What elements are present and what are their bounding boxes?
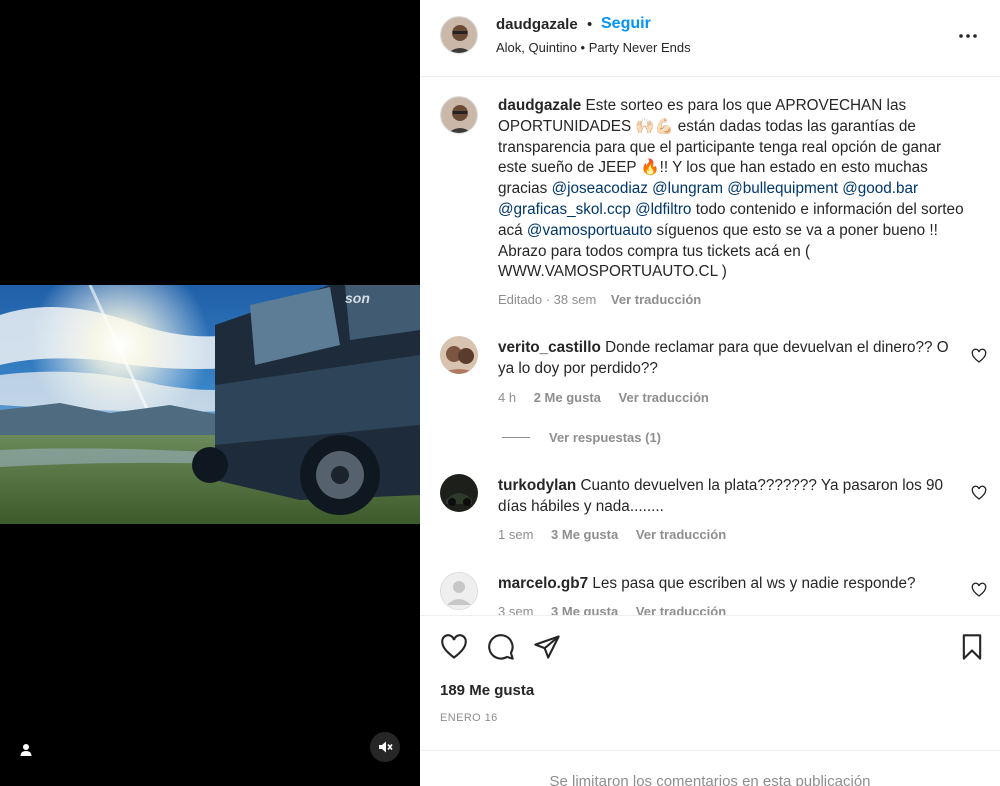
- svg-text:son: son: [345, 290, 370, 306]
- comment-text-block: marcelo.gb7 Les pasa que escriben al ws …: [498, 574, 968, 595]
- comment-likes[interactable]: 3 Me gusta: [551, 527, 618, 542]
- caption-text: Este sorteo es para los que APROVECHAN l…: [498, 97, 964, 280]
- jeep-photo: son: [0, 285, 420, 524]
- caption-mention-link[interactable]: @vamosportuauto: [527, 222, 652, 239]
- comment-text: Les pasa que escriben al ws y nadie resp…: [588, 575, 916, 592]
- post-video[interactable]: son: [0, 285, 420, 524]
- comment-time: 4 h: [498, 390, 517, 405]
- caption-mention-link[interactable]: @good.bar: [842, 180, 918, 197]
- comment-username[interactable]: marcelo.gb7: [498, 575, 588, 592]
- caption-mention-link[interactable]: @lungram: [652, 180, 723, 197]
- follow-button[interactable]: Seguir: [601, 15, 651, 33]
- comment-text-block: turkodylan Cuanto devuelven la plata????…: [498, 476, 968, 518]
- comment-meta: 4 h 2 Me gusta Ver traducción: [498, 390, 709, 405]
- caption-meta: Editado · 38 sem Ver traducción: [498, 292, 701, 307]
- caption-avatar[interactable]: [440, 96, 478, 134]
- caption-mention-link[interactable]: @bullequipment: [727, 180, 838, 197]
- comment-likes[interactable]: 3 Me gusta: [551, 604, 618, 615]
- author-avatar[interactable]: [440, 16, 478, 54]
- comment-likes[interactable]: 2 Me gusta: [534, 390, 601, 405]
- comment-time: 3 sem: [498, 604, 534, 615]
- view-replies-button[interactable]: Ver respuestas (1): [502, 430, 661, 445]
- comment-username[interactable]: turkodylan: [498, 477, 576, 494]
- comment-translate-link[interactable]: Ver traducción: [619, 390, 709, 405]
- post-caption: daudgazale Este sorteo es para los que A…: [498, 96, 968, 283]
- comment-translate-link[interactable]: Ver traducción: [636, 604, 726, 615]
- separator-dot: •: [587, 16, 593, 33]
- caption-translate-link[interactable]: Ver traducción: [611, 292, 701, 307]
- comments-limited-notice: Se limitaron los comentarios en esta pub…: [420, 750, 1000, 786]
- post-header: daudgazale • Seguir Alok, Quintino • Par…: [420, 0, 1000, 77]
- caption-username[interactable]: daudgazale: [498, 97, 581, 114]
- comment-text-block: verito_castillo Donde reclamar para que …: [498, 338, 968, 380]
- caption-mention-link[interactable]: @ldfiltro: [635, 201, 691, 218]
- comment-like-heart-icon[interactable]: [971, 582, 987, 598]
- share-icon[interactable]: [533, 633, 561, 661]
- commenter-avatar[interactable]: [440, 474, 478, 512]
- post-details-panel: daudgazale • Seguir Alok, Quintino • Par…: [420, 0, 1000, 786]
- comment-meta: 3 sem 3 Me gusta Ver traducción: [498, 604, 726, 615]
- more-options-icon[interactable]: [956, 24, 980, 48]
- view-replies-label: Ver respuestas (1): [549, 430, 662, 445]
- like-count[interactable]: 189 Me gusta: [440, 682, 534, 699]
- comment-icon[interactable]: [487, 633, 515, 661]
- caption-mention-link[interactable]: @graficas_skol.ccp: [498, 201, 631, 218]
- post-date: ENERO 16: [440, 712, 498, 724]
- comment-like-heart-icon[interactable]: [971, 485, 987, 501]
- user-tag-icon[interactable]: [14, 738, 38, 762]
- caption-edited: Editado · 38 sem: [498, 292, 597, 307]
- bookmark-icon[interactable]: [958, 633, 986, 661]
- heart-icon[interactable]: [440, 633, 468, 661]
- commenter-avatar[interactable]: [440, 336, 478, 374]
- commenter-avatar[interactable]: [440, 572, 478, 610]
- comment-meta: 1 sem 3 Me gusta Ver traducción: [498, 527, 726, 542]
- comment-like-heart-icon[interactable]: [971, 348, 987, 364]
- author-username[interactable]: daudgazale: [496, 16, 578, 33]
- audio-track[interactable]: Alok, Quintino • Party Never Ends: [496, 40, 691, 55]
- comments-scroll[interactable]: daudgazale Este sorteo es para los que A…: [420, 78, 1000, 615]
- media-panel: son: [0, 0, 420, 786]
- mute-icon[interactable]: [370, 732, 400, 762]
- comment-translate-link[interactable]: Ver traducción: [636, 527, 726, 542]
- caption-mention-link[interactable]: @joseacodiaz: [552, 180, 648, 197]
- post-actions: 189 Me gusta ENERO 16: [420, 615, 1000, 750]
- comment-username[interactable]: verito_castillo: [498, 339, 601, 356]
- replies-line: [502, 437, 530, 438]
- comment-time: 1 sem: [498, 527, 534, 542]
